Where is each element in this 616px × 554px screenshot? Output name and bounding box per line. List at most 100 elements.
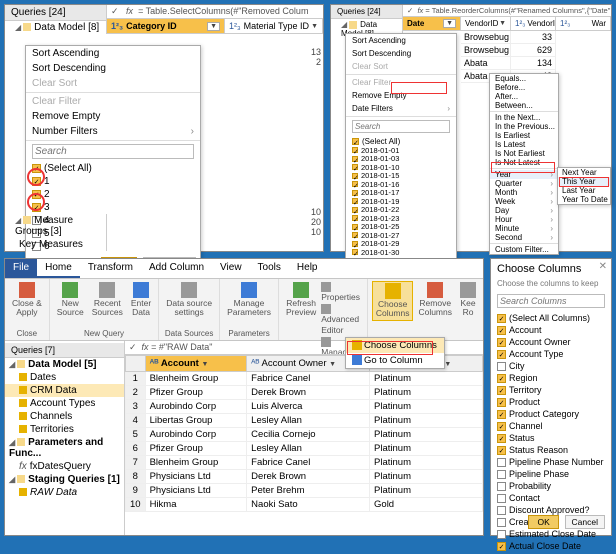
- submenu-item[interactable]: Hour: [490, 215, 558, 224]
- remove-empty[interactable]: Remove Empty: [346, 89, 456, 102]
- tree-item-selected[interactable]: CRM Data: [5, 384, 124, 397]
- checkbox-icon[interactable]: [497, 398, 506, 407]
- column-row[interactable]: Status Reason: [497, 444, 605, 456]
- checkbox-icon[interactable]: [352, 215, 358, 221]
- checkbox-icon[interactable]: [497, 542, 506, 551]
- checkbox-icon[interactable]: [352, 249, 358, 255]
- filter-item[interactable]: 2018-01-25: [352, 223, 450, 232]
- filter-item[interactable]: 2018-01-30: [352, 248, 450, 257]
- checkbox-icon[interactable]: [352, 156, 358, 162]
- tab-add-column[interactable]: Add Column: [141, 259, 212, 278]
- checkbox-icon[interactable]: [352, 207, 358, 213]
- formula-bar[interactable]: ✓ fx = Table.ReorderColumns(#"Renamed Co…: [403, 5, 611, 16]
- submenu-item[interactable]: Is Latest: [490, 140, 558, 149]
- tree-item[interactable]: Channels: [5, 410, 124, 423]
- table-row[interactable]: 2Pfizer GroupDerek BrownPlatinum: [126, 386, 483, 400]
- checkbox-icon[interactable]: [352, 138, 359, 145]
- column-row[interactable]: Channel: [497, 420, 605, 432]
- formula-bar[interactable]: ✓ fx = Table.SelectColumns(#"Removed Col…: [107, 5, 323, 18]
- checkbox-icon[interactable]: [352, 147, 358, 153]
- staging-node[interactable]: ◢Staging Queries [1]: [5, 473, 124, 486]
- tab-view[interactable]: View: [212, 259, 250, 278]
- column-row[interactable]: Pipeline Phase: [497, 468, 605, 480]
- tab-file[interactable]: File: [5, 259, 37, 278]
- submenu-item[interactable]: Second: [490, 233, 558, 242]
- sort-desc[interactable]: Sort Descending: [346, 47, 456, 60]
- filter-item[interactable]: 3: [32, 201, 194, 214]
- tree-item[interactable]: Territories: [5, 423, 124, 436]
- sort-asc[interactable]: Sort Ascending: [26, 46, 200, 61]
- submenu-item[interactable]: Between...: [490, 101, 558, 110]
- column-row[interactable]: Actual Close Date: [497, 540, 605, 552]
- column-header-ware[interactable]: 1²₃War: [556, 17, 611, 30]
- dropdown-icon[interactable]: ▼: [444, 361, 451, 368]
- sort-desc[interactable]: Sort Descending: [26, 61, 200, 76]
- choose-columns-button[interactable]: Choose Columns: [372, 281, 414, 321]
- data-source-settings-button[interactable]: Data source settings: [163, 281, 215, 319]
- filter-item[interactable]: 2018-01-03: [352, 155, 450, 164]
- recent-sources-button[interactable]: Recent Sources: [89, 281, 126, 319]
- tree-item[interactable]: RAW Data: [5, 486, 124, 499]
- properties-button[interactable]: Properties: [321, 281, 363, 303]
- search-input[interactable]: [352, 120, 450, 133]
- checkbox-icon[interactable]: [497, 374, 506, 383]
- table-row[interactable]: 8Physicians LtdDerek BrownPlatinum: [126, 470, 483, 484]
- submenu-item[interactable]: Minute: [490, 224, 558, 233]
- submenu-item[interactable]: Is Not Earliest: [490, 149, 558, 158]
- table-row[interactable]: 6Pfizer GroupLesley AllanPlatinum: [126, 442, 483, 456]
- column-row[interactable]: Product: [497, 396, 605, 408]
- submenu-item[interactable]: Next Year: [558, 168, 610, 177]
- filter-item[interactable]: 2018-01-15: [352, 172, 450, 181]
- checkbox-icon[interactable]: [497, 338, 506, 347]
- number-filters[interactable]: Number Filters: [26, 124, 200, 139]
- checkbox-icon[interactable]: [497, 410, 506, 419]
- table-row[interactable]: 7Blenheim GroupFabrice CanelPlatinum: [126, 456, 483, 470]
- select-all-row[interactable]: (Select All): [32, 162, 194, 175]
- filter-item[interactable]: 2018-01-16: [352, 180, 450, 189]
- checkbox-icon[interactable]: [32, 177, 41, 186]
- table-row[interactable]: 9Physicians LtdPeter BrehmPlatinum: [126, 484, 483, 498]
- advanced-editor-button[interactable]: Advanced Editor: [321, 303, 363, 336]
- dropdown-icon[interactable]: ▼: [329, 361, 336, 368]
- enter-data-button[interactable]: Enter Data: [128, 281, 154, 319]
- submenu-item[interactable]: Year: [490, 170, 558, 179]
- measure-groups-node[interactable]: ◢Measure Groups [3]: [5, 214, 106, 238]
- submenu-item[interactable]: This Year: [558, 177, 610, 186]
- go-to-column-item[interactable]: Go to Column: [346, 353, 444, 368]
- submenu-item[interactable]: Day: [490, 206, 558, 215]
- tab-tools[interactable]: Tools: [250, 259, 289, 278]
- select-all-row[interactable]: (Select All Columns): [497, 312, 605, 324]
- checkbox-icon[interactable]: [497, 434, 506, 443]
- checkbox-icon[interactable]: [497, 482, 506, 491]
- checkbox-icon[interactable]: [32, 203, 41, 212]
- table-row[interactable]: 5Aurobindo CorpCecilia CornejoPlatinum: [126, 428, 483, 442]
- column-row[interactable]: City: [497, 360, 605, 372]
- checkbox-icon[interactable]: [497, 494, 506, 503]
- column-header-material[interactable]: 1²₃Material Type ID▼: [225, 19, 323, 33]
- dropdown-icon[interactable]: ▼: [311, 23, 318, 30]
- checkbox-icon[interactable]: [497, 470, 506, 479]
- filter-item[interactable]: 2018-01-27: [352, 231, 450, 240]
- column-row[interactable]: Pipeline Phase Number: [497, 456, 605, 468]
- submenu-item[interactable]: Year To Date: [558, 195, 610, 204]
- column-row[interactable]: Contact: [497, 492, 605, 504]
- submenu-item[interactable]: Is Not Latest: [490, 158, 558, 167]
- tree-item[interactable]: Dates: [5, 371, 124, 384]
- cancel-button[interactable]: Cancel: [565, 515, 605, 529]
- checkbox-icon[interactable]: [352, 232, 358, 238]
- close-icon[interactable]: ✕: [599, 261, 607, 272]
- close-apply-button[interactable]: Close & Apply: [9, 281, 45, 319]
- new-source-button[interactable]: New Source: [54, 281, 87, 319]
- filter-item[interactable]: 2: [32, 188, 194, 201]
- search-input[interactable]: [497, 294, 605, 308]
- column-row[interactable]: Account Type: [497, 348, 605, 360]
- column-row[interactable]: Account Owner: [497, 336, 605, 348]
- filter-item[interactable]: 2018-01-10: [352, 163, 450, 172]
- dropdown-icon[interactable]: ▼: [499, 20, 506, 27]
- data-model-node[interactable]: ◢Data Model [5]: [5, 358, 124, 371]
- submenu-item[interactable]: Last Year: [558, 186, 610, 195]
- tree-item[interactable]: Account Types: [5, 397, 124, 410]
- checkbox-icon[interactable]: [497, 350, 506, 359]
- search-input[interactable]: [32, 144, 194, 159]
- column-row[interactable]: Territory: [497, 384, 605, 396]
